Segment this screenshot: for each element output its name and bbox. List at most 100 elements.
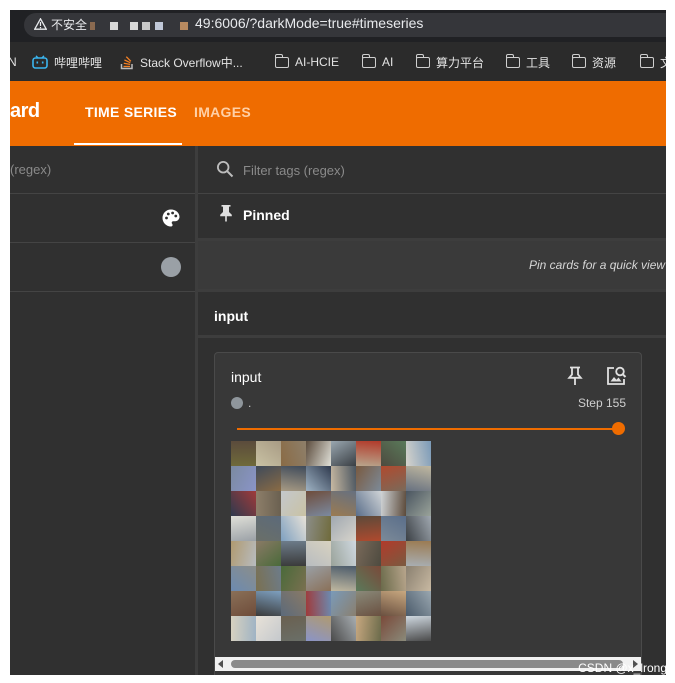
bookmark-item[interactable]: N: [10, 54, 17, 70]
bookmark-label: Stack Overflow中...: [140, 55, 243, 70]
image-card: input . Step 155: [214, 352, 642, 675]
image-sample: [306, 541, 331, 566]
runs-filter[interactable]: (regex): [10, 146, 195, 194]
bookmark-item[interactable]: AI-HCIE: [274, 53, 339, 70]
image-sample: [256, 566, 281, 591]
card-group-header[interactable]: input: [198, 292, 666, 338]
image-sample: [356, 491, 381, 516]
redacted-host: [130, 22, 138, 30]
image-sample: [406, 566, 431, 591]
folder-icon: [505, 53, 520, 68]
image-sample: [231, 466, 256, 491]
image-sample: [256, 491, 281, 516]
image-sample: [231, 566, 256, 591]
image-sample: [406, 591, 431, 616]
image-sample: [381, 591, 406, 616]
image-sample: [306, 466, 331, 491]
image-sample: [281, 441, 306, 466]
step-slider-track[interactable]: [237, 428, 618, 430]
folder-icon: [361, 53, 376, 68]
horizontal-scrollbar[interactable]: [215, 657, 641, 671]
app-brand: ard: [10, 100, 40, 122]
pinned-section-header: Pinned: [198, 194, 666, 241]
step-label: Step 155: [577, 396, 626, 410]
url-text[interactable]: 49:6006/?darkMode=true#timeseries: [195, 15, 423, 31]
bookmark-label: 哔哩哔哩: [54, 55, 103, 70]
runs-filter-input[interactable]: (regex): [10, 162, 51, 177]
view-image-icon[interactable]: [605, 365, 627, 387]
bilibili-icon: [32, 55, 48, 69]
main-panel: Filter tags (regex) Pinned Pin cards for…: [198, 146, 666, 675]
image-sample: [381, 441, 406, 466]
run-row[interactable]: [10, 243, 195, 292]
active-tab-indicator: [74, 143, 182, 145]
run-color-dot[interactable]: [161, 257, 181, 277]
image-sample: [331, 566, 356, 591]
card-title: input: [231, 369, 262, 385]
bookmark-item[interactable]: AI: [361, 53, 393, 70]
image-sample: [406, 491, 431, 516]
bookmark-item[interactable]: 资源: [571, 53, 617, 70]
tag-filter-input[interactable]: Filter tags (regex): [243, 163, 345, 178]
bookmark-item[interactable]: 哔哩哔哩: [32, 54, 102, 70]
stackoverflow-icon: [120, 56, 133, 70]
pin-card-icon[interactable]: [567, 366, 583, 386]
bookmark-item[interactable]: 算力平台: [415, 53, 485, 70]
pinned-label: Pinned: [243, 207, 290, 223]
bookmark-item[interactable]: Stack Overflow中...: [120, 54, 243, 70]
image-sample: [331, 466, 356, 491]
bookmark-item[interactable]: 文: [639, 53, 666, 70]
image-sample-grid[interactable]: [231, 441, 431, 641]
image-sample: [331, 441, 356, 466]
scroll-left-arrow[interactable]: [218, 660, 223, 668]
redacted-host: [142, 22, 150, 30]
image-sample: [306, 591, 331, 616]
image-sample: [356, 591, 381, 616]
folder-icon: [274, 53, 289, 68]
step-slider-thumb[interactable]: [611, 422, 625, 435]
image-sample: [306, 441, 331, 466]
bookmark-label: 算力平台: [436, 55, 485, 70]
pinned-hint-text: Pin cards for a quick view: [529, 258, 666, 272]
image-sample: [381, 491, 406, 516]
pin-icon: [220, 205, 232, 222]
image-sample: [281, 491, 306, 516]
image-sample: [331, 591, 356, 616]
image-sample: [356, 616, 381, 641]
image-sample: [256, 591, 281, 616]
bookmark-label: N: [10, 55, 17, 69]
image-sample: [331, 616, 356, 641]
tab-images[interactable]: IMAGES: [194, 104, 251, 120]
image-sample: [381, 616, 406, 641]
runs-sidebar: (regex): [10, 146, 198, 675]
bookmark-label: 资源: [592, 55, 617, 70]
pinned-empty-hint: Pin cards for a quick view: [198, 241, 666, 292]
image-sample: [256, 616, 281, 641]
bookmark-label: 工具: [526, 55, 551, 70]
redacted-host: [180, 22, 188, 30]
address-bar: 不安全 49:6006/?darkMode=true#timeseries: [10, 10, 666, 42]
image-sample: [306, 616, 331, 641]
tag-filter-bar[interactable]: Filter tags (regex): [198, 146, 666, 194]
image-sample: [281, 516, 306, 541]
search-icon: [216, 160, 234, 178]
redacted-host: [155, 22, 163, 30]
folder-icon: [415, 53, 430, 68]
bookmark-item[interactable]: 工具: [505, 53, 551, 70]
image-sample: [306, 516, 331, 541]
redacted-host: [110, 22, 118, 30]
image-sample: [256, 466, 281, 491]
scrollbar-thumb[interactable]: [231, 660, 623, 668]
image-sample: [231, 491, 256, 516]
app-header: ard TIME SERIES IMAGES: [10, 81, 666, 146]
palette-icon[interactable]: [161, 208, 181, 228]
image-sample: [231, 591, 256, 616]
image-sample: [281, 466, 306, 491]
image-sample: [356, 516, 381, 541]
image-sample: [231, 516, 256, 541]
tab-time-series[interactable]: TIME SERIES: [85, 104, 177, 120]
csdn-watermark: CSDN @x_lrong: [578, 661, 667, 675]
image-sample: [231, 441, 256, 466]
image-sample: [331, 516, 356, 541]
security-indicator[interactable]: 不安全: [30, 15, 93, 33]
